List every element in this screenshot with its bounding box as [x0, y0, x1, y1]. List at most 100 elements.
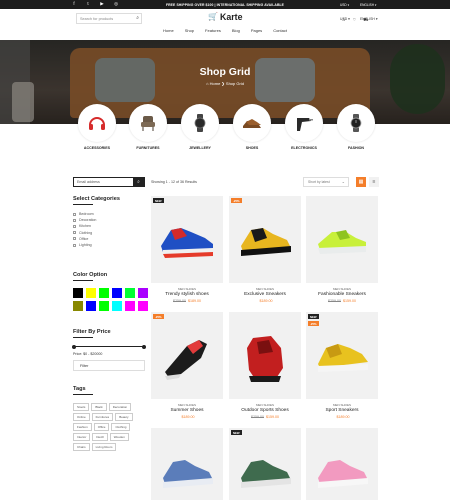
checkbox[interactable]: [73, 237, 76, 241]
color-swatch[interactable]: [99, 301, 109, 311]
product-brand: MEN SHOES: [255, 287, 274, 291]
color-swatch[interactable]: [86, 288, 96, 298]
checkbox[interactable]: [73, 243, 76, 247]
product-title[interactable]: Summer Shoes: [151, 408, 223, 413]
color-swatch[interactable]: [99, 288, 109, 298]
product-card[interactable]: -25% MEN SHOES Exclusive Sneakers $189.0…: [229, 196, 301, 303]
sneaker-image: [161, 228, 213, 258]
search-input[interactable]: Search for products ⌕: [76, 13, 142, 24]
logo-text: Karte: [220, 12, 243, 22]
language-select[interactable]: ENGLISH ▾: [360, 3, 377, 7]
product-title[interactable]: Outdoor Sports Shoes: [229, 408, 301, 413]
product-image[interactable]: NEW: [151, 196, 223, 283]
tag[interactable]: Interior: [73, 433, 91, 441]
breadcrumb-home[interactable]: Home: [210, 81, 221, 86]
product-brand: MEN SHOES: [177, 287, 196, 291]
tag[interactable]: Decoration: [108, 403, 132, 411]
product-card[interactable]: MEN SHOES Outdoor Sports Shoes $259.00 $1…: [229, 312, 301, 419]
color-swatch[interactable]: [112, 301, 122, 311]
main-nav: Home Shop Features Blog Pages Contact: [0, 28, 450, 38]
tag[interactable]: Fashion: [73, 423, 92, 431]
product-card[interactable]: MEN SHOES Fashionable Sneakers $259.00 $1…: [306, 196, 378, 303]
tag[interactable]: Office: [93, 423, 110, 431]
category-accessories[interactable]: ACCESSORIES: [76, 104, 118, 150]
chevron-down-icon: ⌄: [341, 179, 345, 184]
price-slider[interactable]: [72, 344, 146, 349]
search-icon[interactable]: ⌕: [133, 178, 144, 186]
product-title[interactable]: Exclusive Sneakers: [229, 292, 301, 297]
nav-contact[interactable]: Contact: [273, 28, 287, 38]
color-swatch[interactable]: [125, 301, 135, 311]
tag[interactable]: Furnitures: [91, 413, 114, 421]
tag-cloud: Stools Black Decoration Online Furniture…: [73, 403, 135, 451]
product-image[interactable]: [306, 428, 378, 500]
color-swatch[interactable]: [112, 288, 122, 298]
tag[interactable]: Wooden: [109, 433, 129, 441]
tag[interactable]: Living Room: [91, 443, 117, 451]
product-image[interactable]: -25%: [151, 312, 223, 399]
tag[interactable]: Black: [91, 403, 107, 411]
color-swatch[interactable]: [138, 301, 148, 311]
grid-view-icon[interactable]: ▦: [356, 177, 366, 187]
product-card[interactable]: NEW -25% MEN SHOES Sport Sneakers $189.0…: [306, 312, 378, 419]
tag[interactable]: Stools: [73, 403, 90, 411]
category-item[interactable]: Lighting: [73, 242, 96, 248]
product-card[interactable]: NEW MEN SHOES Trendy stylish shoes $259.…: [151, 196, 223, 303]
checkbox[interactable]: [73, 231, 76, 235]
category-shoes[interactable]: SHOES: [231, 104, 273, 150]
breadcrumb: ⌂ Home ❯ Shop Grid: [206, 81, 244, 86]
product-card[interactable]: -25% MEN SHOES Summer Shoes $189.00: [151, 312, 223, 419]
product-image[interactable]: [151, 428, 223, 500]
product-card[interactable]: NEW: [229, 428, 301, 500]
product-image[interactable]: [229, 312, 301, 399]
checkbox[interactable]: [73, 225, 76, 228]
tag[interactable]: Beauty: [115, 413, 133, 421]
sort-select[interactable]: Short by latest ⌄: [303, 177, 349, 187]
cart-icon[interactable]: ⛟: [363, 17, 368, 23]
product-card[interactable]: [306, 428, 378, 500]
logo[interactable]: 🛒 Karte: [208, 12, 243, 22]
list-view-icon[interactable]: ≡: [369, 177, 379, 187]
nav-features[interactable]: Features: [205, 28, 221, 38]
product-image[interactable]: NEW -25%: [306, 312, 378, 399]
tag[interactable]: Chairs: [73, 443, 90, 451]
tag[interactable]: Devill: [92, 433, 108, 441]
slider-handle-max[interactable]: [142, 344, 146, 349]
sneaker-image: [165, 340, 207, 380]
category-furnitures[interactable]: FURNITURES: [127, 104, 169, 150]
product-title[interactable]: Sport Sneakers: [306, 408, 378, 413]
category-electronics[interactable]: ELECTRONICS: [283, 104, 325, 150]
price-range-text: Price: $0 - $20000: [73, 352, 103, 356]
color-swatch[interactable]: [138, 288, 148, 298]
checkbox[interactable]: [73, 218, 76, 222]
currency-select[interactable]: USD ▾: [340, 3, 349, 7]
filter-button[interactable]: Filter: [73, 360, 145, 371]
heart-icon[interactable]: ♡: [353, 17, 357, 23]
nav-pages[interactable]: Pages: [251, 28, 262, 38]
sidebar-search-input[interactable]: Email address ⌕: [73, 177, 145, 187]
nav-blog[interactable]: Blog: [232, 28, 240, 38]
color-swatches: [73, 288, 148, 311]
nav-shop[interactable]: Shop: [185, 28, 194, 38]
user-icon[interactable]: ♙: [342, 17, 346, 23]
product-image[interactable]: -25%: [229, 196, 301, 283]
color-swatch[interactable]: [73, 288, 83, 298]
armchair-icon: [141, 116, 155, 131]
tag[interactable]: Clothing: [111, 423, 131, 431]
category-fashion[interactable]: FASHION: [335, 104, 377, 150]
product-title[interactable]: Fashionable Sneakers: [306, 292, 378, 297]
product-card[interactable]: [151, 428, 223, 500]
tag[interactable]: Online: [73, 413, 90, 421]
slider-handle-min[interactable]: [72, 344, 76, 349]
category-jewellery[interactable]: JEWELLERY: [179, 104, 221, 150]
sneaker-image: [247, 336, 283, 382]
product-image[interactable]: [306, 196, 378, 283]
checkbox[interactable]: [73, 212, 76, 216]
color-swatch[interactable]: [73, 301, 83, 311]
nav-home[interactable]: Home: [163, 28, 174, 38]
product-image[interactable]: NEW: [229, 428, 301, 500]
color-swatch[interactable]: [86, 301, 96, 311]
color-swatch[interactable]: [125, 288, 135, 298]
product-title[interactable]: Trendy stylish shoes: [151, 292, 223, 297]
search-icon[interactable]: ⌕: [136, 15, 139, 21]
